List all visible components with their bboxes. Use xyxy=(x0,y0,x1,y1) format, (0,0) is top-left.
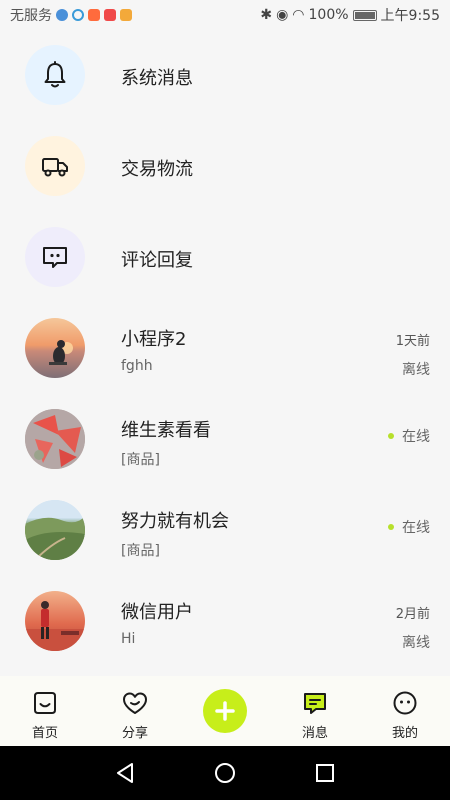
tab-share[interactable]: 分享 xyxy=(90,676,180,746)
avatar xyxy=(25,318,85,378)
tab-messages[interactable]: 消息 xyxy=(270,676,360,746)
plus-icon xyxy=(215,701,235,721)
clock: 上午9:55 xyxy=(380,8,440,24)
bluetooth-icon: ✱ xyxy=(260,7,273,23)
notification-avatar xyxy=(25,45,85,105)
bell-icon xyxy=(44,61,66,88)
presence-label: 离线 xyxy=(402,362,430,378)
system-item-logistics[interactable]: 交易物流 xyxy=(0,121,450,212)
conversation-preview: fghh xyxy=(121,358,153,374)
tab-home[interactable]: 首页 xyxy=(0,676,90,746)
status-bar: 无服务 ✱ ◉ ◠ 100% 上午9:55 xyxy=(0,0,450,30)
app-icon xyxy=(120,9,132,21)
avatar-photo xyxy=(25,409,85,469)
conversation-name: 小程序2 xyxy=(121,329,187,350)
comment-icon xyxy=(43,247,67,268)
tab-share-label: 分享 xyxy=(121,726,148,741)
conversation-item[interactable]: 微信用户 Hi 2月前 离线 xyxy=(0,576,450,667)
conversation-name: 微信用户 xyxy=(121,602,193,623)
carrier-label: 无服务 xyxy=(10,8,52,24)
avatar-photo xyxy=(25,601,85,651)
conversation-preview: [商品] xyxy=(121,452,160,468)
system-item-title: 系统消息 xyxy=(121,68,193,89)
avatar xyxy=(25,591,85,651)
home-circle-icon[interactable] xyxy=(213,761,237,785)
presence-status: 离线 xyxy=(402,632,430,652)
message-icon xyxy=(304,693,326,714)
conversation-time: 2月前 xyxy=(395,607,430,622)
conversation-name: 努力就有机会 xyxy=(121,511,229,532)
status-right: ✱ ◉ ◠ 100% 上午9:55 xyxy=(260,5,440,25)
system-nav-bar xyxy=(0,746,450,800)
conversation-item[interactable]: 努力就有机会 [商品] 在线 xyxy=(0,485,450,576)
tab-home-label: 首页 xyxy=(31,726,58,741)
bottom-nav: 首页 分享 消息 我的 xyxy=(0,676,450,746)
tab-mine[interactable]: 我的 xyxy=(360,676,450,746)
avatar xyxy=(25,500,85,560)
system-item-title: 评论回复 xyxy=(121,250,193,271)
recents-icon[interactable] xyxy=(313,761,337,785)
conversation-preview: [商品] xyxy=(121,543,160,559)
conversation-preview: Hi xyxy=(121,631,136,647)
status-left: 无服务 xyxy=(10,5,132,25)
avatar xyxy=(25,409,85,469)
logistics-avatar xyxy=(25,136,85,196)
conversation-name: 维生素看看 xyxy=(121,420,211,441)
avatar-photo xyxy=(49,340,73,365)
search-app-icon xyxy=(72,9,84,21)
back-icon[interactable] xyxy=(113,761,137,785)
add-button-slot xyxy=(180,676,270,746)
app-icon xyxy=(104,9,116,21)
avatar-photo xyxy=(25,500,85,560)
truck-icon xyxy=(42,158,68,177)
battery-icon xyxy=(352,9,377,21)
heart-icon xyxy=(123,692,147,714)
home-icon xyxy=(34,692,56,714)
system-item-notifications[interactable]: 系统消息 xyxy=(0,30,450,121)
eye-icon: ◉ xyxy=(276,7,289,23)
conversation-item[interactable]: 维生素看看 [商品] 在线 xyxy=(0,394,450,485)
conversation-item[interactable]: 小程序2 fghh 1天前 离线 xyxy=(0,303,450,394)
presence-label: 在线 xyxy=(402,520,430,536)
presence-status: 在线 xyxy=(388,426,430,446)
comments-avatar xyxy=(25,227,85,287)
presence-status: 离线 xyxy=(402,359,430,379)
presence-status: 在线 xyxy=(388,517,430,537)
online-dot-icon xyxy=(388,524,394,530)
wifi-icon: ◠ xyxy=(292,7,305,23)
presence-label: 离线 xyxy=(402,635,430,651)
battery-percent: 100% xyxy=(308,7,349,23)
tab-messages-label: 消息 xyxy=(301,726,328,741)
presence-label: 在线 xyxy=(402,429,430,445)
add-button[interactable] xyxy=(203,689,247,733)
message-list: 系统消息 交易物流 评论回复 小程序2 fghh 1天前 离线 维生素看看 [商… xyxy=(0,30,450,667)
video-app-icon xyxy=(88,9,100,21)
system-item-title: 交易物流 xyxy=(121,159,193,180)
browser-icon xyxy=(56,9,68,21)
profile-face-icon xyxy=(393,691,417,715)
online-dot-icon xyxy=(388,433,394,439)
conversation-time: 1天前 xyxy=(395,334,430,349)
system-item-comments[interactable]: 评论回复 xyxy=(0,212,450,303)
tab-mine-label: 我的 xyxy=(391,726,418,741)
